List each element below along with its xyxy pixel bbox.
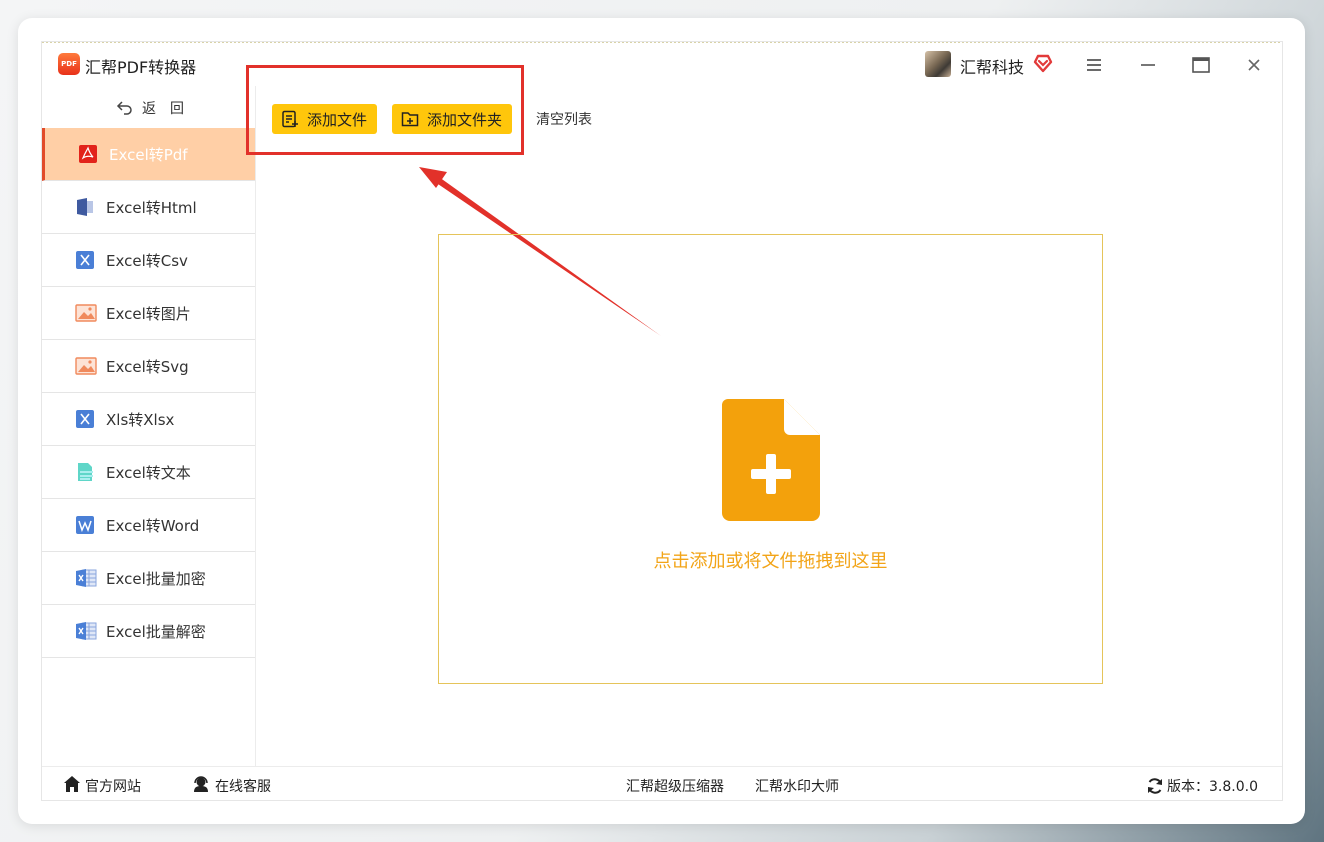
title-bar: PDF 汇帮PDF转换器 汇帮科技 [42, 42, 1282, 86]
file-drop-zone[interactable]: 点击添加或将文件拖拽到这里 [438, 234, 1103, 684]
sidebar-item-label: Excel批量加密 [106, 570, 206, 588]
sidebar-item-excel-to-pdf[interactable]: Excel转Pdf [42, 128, 255, 181]
sidebar-item-label: Excel转Html [106, 199, 197, 217]
image-icon [75, 304, 97, 322]
app-logo-icon: PDF [58, 53, 80, 75]
vip-heart-icon[interactable] [1033, 53, 1053, 73]
app-title: 汇帮PDF转换器 [85, 58, 197, 77]
drop-zone-hint: 点击添加或将文件拖拽到这里 [653, 551, 888, 572]
minimize-button[interactable] [1135, 52, 1161, 78]
maximize-button[interactable] [1188, 52, 1214, 78]
close-icon [1248, 59, 1260, 71]
watermark-link[interactable]: 汇帮水印大师 [755, 776, 839, 796]
excel-icon [76, 251, 94, 269]
excel-icon [76, 410, 94, 428]
sidebar-item-excel-to-html[interactable]: Excel转Html [42, 181, 255, 234]
customer-service-icon [194, 776, 208, 792]
sidebar-item-excel-to-csv[interactable]: Excel转Csv [42, 234, 255, 287]
app-window: PDF 汇帮PDF转换器 汇帮科技 返回 Excel转Pdf Excel转Htm… [41, 41, 1283, 801]
pdf-icon [79, 145, 97, 163]
sidebar-item-label: Xls转Xlsx [106, 411, 175, 429]
sidebar-item-label: Excel转Svg [106, 358, 189, 376]
compressor-link[interactable]: 汇帮超级压缩器 [626, 776, 724, 796]
online-service-link[interactable]: 在线客服 [215, 776, 271, 796]
sidebar-item-excel-to-image[interactable]: Excel转图片 [42, 287, 255, 340]
close-button[interactable] [1241, 52, 1267, 78]
sidebar-item-label: Excel批量解密 [106, 623, 206, 641]
sidebar-item-label: Excel转图片 [106, 305, 191, 323]
word-icon [76, 516, 94, 534]
official-site-link[interactable]: 官方网站 [85, 776, 141, 796]
sidebar: 返回 Excel转Pdf Excel转Html Excel转Csv Excel转… [42, 86, 256, 766]
menu-button[interactable] [1081, 52, 1107, 78]
sidebar-item-label: Excel转文本 [106, 464, 191, 482]
sidebar-item-excel-to-text[interactable]: Excel转文本 [42, 446, 255, 499]
version-info[interactable]: 版本：3.8.0.0 [1167, 776, 1258, 796]
minimize-icon [1141, 64, 1155, 66]
sidebar-item-excel-batch-decrypt[interactable]: Excel批量解密 [42, 605, 255, 658]
sidebar-item-xls-to-xlsx[interactable]: Xls转Xlsx [42, 393, 255, 446]
user-avatar[interactable] [925, 51, 951, 77]
back-label: 返回 [142, 101, 198, 117]
html-icon [77, 198, 93, 216]
footer-bar: 官方网站 在线客服 汇帮超级压缩器 汇帮水印大师 版本：3.8.0.0 [42, 766, 1282, 802]
back-button[interactable]: 返回 [42, 86, 255, 128]
file-add-icon [722, 399, 820, 521]
highlight-box [246, 65, 524, 155]
image-icon [75, 357, 97, 375]
sidebar-item-excel-batch-encrypt[interactable]: Excel批量加密 [42, 552, 255, 605]
hamburger-icon [1087, 59, 1101, 71]
sidebar-item-excel-to-word[interactable]: Excel转Word [42, 499, 255, 552]
sidebar-item-label: Excel转Csv [106, 252, 188, 270]
sidebar-item-excel-to-svg[interactable]: Excel转Svg [42, 340, 255, 393]
maximize-icon [1192, 57, 1210, 73]
excel-sheet-icon [76, 569, 97, 587]
text-doc-icon [78, 463, 93, 481]
user-name[interactable]: 汇帮科技 [960, 54, 1024, 78]
excel-sheet-icon [76, 622, 97, 640]
home-icon [64, 776, 80, 792]
clear-list-button[interactable]: 清空列表 [536, 109, 592, 129]
sidebar-item-label: Excel转Pdf [109, 146, 188, 164]
refresh-icon [1148, 778, 1162, 794]
sidebar-item-label: Excel转Word [106, 517, 200, 535]
back-arrow-icon [116, 101, 132, 115]
